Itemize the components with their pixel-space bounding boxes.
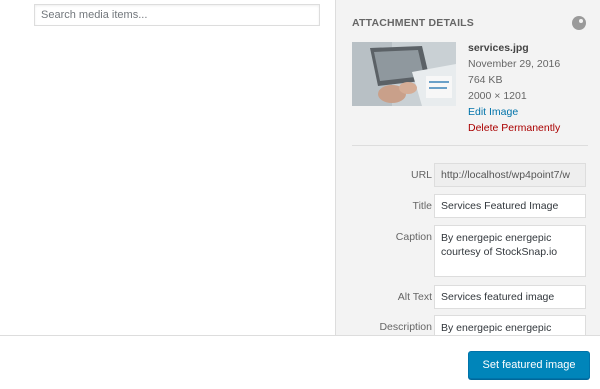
search-media-input[interactable]: [34, 4, 320, 26]
media-library-panel: [0, 0, 335, 335]
description-field[interactable]: By energepic energepic: [434, 315, 586, 335]
alt-text-label: Alt Text: [397, 291, 432, 303]
caption-label: Caption: [395, 231, 432, 243]
details-divider: [352, 145, 588, 146]
url-label: URL: [410, 169, 432, 181]
media-toolbar: Set featured image: [0, 335, 600, 389]
delete-permanently-link[interactable]: Delete Permanently: [468, 120, 560, 136]
file-name: services.jpg: [468, 42, 529, 54]
url-field[interactable]: [434, 163, 586, 187]
attachment-details-sidebar: ATTACHMENT DETAILS services.jpg November…: [335, 0, 600, 335]
alt-text-field[interactable]: [434, 285, 586, 309]
attachment-thumbnail: [352, 42, 456, 106]
thumbnail-image-icon: [352, 42, 456, 106]
spinner-icon: [572, 16, 586, 30]
set-featured-image-button[interactable]: Set featured image: [468, 351, 590, 379]
image-dimensions: 2000 × 1201: [468, 90, 527, 102]
edit-image-link[interactable]: Edit Image: [468, 104, 560, 120]
title-field[interactable]: [434, 194, 586, 218]
file-size: 764 KB: [468, 74, 503, 86]
caption-field[interactable]: By energepic energepic courtesy of Stock…: [434, 225, 586, 277]
attachment-details-heading: ATTACHMENT DETAILS: [352, 17, 475, 29]
description-label: Description: [379, 321, 432, 333]
attachment-meta: services.jpg November 29, 2016 764 KB 20…: [468, 40, 560, 136]
title-label: Title: [412, 200, 432, 212]
upload-date: November 29, 2016: [468, 58, 561, 70]
